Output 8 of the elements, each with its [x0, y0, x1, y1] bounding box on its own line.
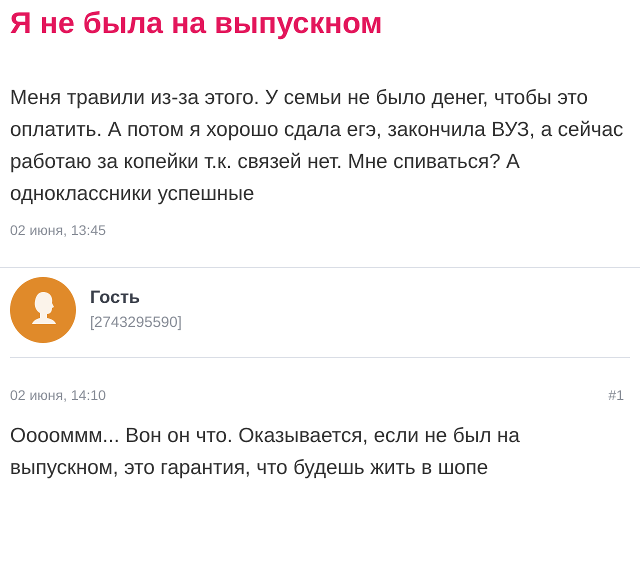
comment-date: 02 июня, 14:10: [10, 386, 106, 405]
user-id: [2743295590]: [90, 313, 182, 333]
avatar-icon: [10, 277, 76, 343]
post-date: 02 июня, 13:45: [10, 221, 107, 240]
post-title: Я не была на выпускном: [10, 6, 384, 42]
author-name[interactable]: Гость: [90, 284, 182, 310]
comment-text: Ооооммм... Вон он что. Оказывается, если не был на выпускном, это гарантия, что будешь жить в шопе: [10, 423, 521, 481]
post-text: Меня травили из-за этого. У семьи не было денег, чтобы это оплатить. А потом я хорошо сдала егэ, закончила ВУЗ, а сейчас работаю за копейки т.к. связей нет. Мне спиваться? А одноклассники успешные: [10, 85, 624, 207]
